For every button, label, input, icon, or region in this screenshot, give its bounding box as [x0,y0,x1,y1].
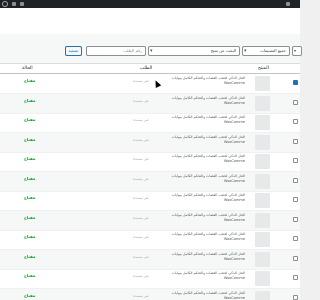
filter-button[interactable]: تصفية [65,46,82,56]
product-site-text: WooComme [223,198,245,202]
categories-select[interactable]: ▾ جميع التصنيفات [242,46,290,56]
row-checkbox[interactable] [293,99,298,105]
product-title-text: الحل الذكي لحجب القصات والتحكم الكامل بي… [171,212,245,217]
product-title-text: الحل الذكي لحجب القصات والتحكم الكامل بي… [171,173,245,178]
column-header-product[interactable]: المنتج [258,66,269,71]
table-row[interactable]: مفتاح غير مسندة الحل الذكي لحجب القصات وال… [0,269,300,289]
product-site-text: WooComme [223,120,245,124]
row-checkbox[interactable] [293,294,298,300]
product-title-text: الحل الذكي لحجب القصات والتحكم الكامل بي… [171,251,245,256]
product-thumbnail [255,76,270,91]
product-title[interactable]: الحل الذكي لحجب القصات والتحكم الكامل بي… [145,213,245,223]
status-badge: مفتاح [24,156,36,161]
product-title[interactable]: الحل الذكي لحجب القصات والتحكم الكامل بي… [145,154,245,164]
status-badge: مفتاح [24,175,36,181]
product-title[interactable]: الحل الذكي لحجب القصات والتحكم الكامل بي… [145,232,245,242]
table-row[interactable]: مفتاح غير مسندة الحل الذكي لحجب القصات وال… [0,171,300,192]
account-icon[interactable] [286,2,290,6]
product-title-text: الحل الذكي لحجب القصات والتحكم الكامل بي… [171,193,245,197]
product-title[interactable]: الحل الذكي لحجب القصات والتحكم الكامل بي… [145,96,245,106]
row-checkbox[interactable] [293,177,298,183]
table-row[interactable]: مفتاح غير مسندة الحل الذكي لحجب القصات وال… [0,113,300,133]
product-title[interactable]: الحل الذكي لحجب القصات والتحكم الكامل بي… [145,174,245,184]
table-row[interactable]: مفتاح غير مسندة الحل الذكي لحجب القصات وال… [0,93,300,114]
product-title-text: الحل الذكي لحجب القصات والتحكم الكامل بي… [171,271,245,275]
product-site-text: WooComme [223,178,245,183]
product-title[interactable]: الحل الذكي لحجب القصات والتحكم الكامل بي… [145,291,245,300]
status-badge: مفتاح [24,117,36,122]
product-title-text: الحل الذكي لحجب القصات والتحكم الكامل بي… [171,134,245,139]
chevron-down-icon: ▾ [244,48,247,54]
table-row[interactable]: مفتاح غير مسندة الحل الذكي لحجب القصات وال… [0,152,300,172]
product-site-text: WooComme [223,217,245,222]
categories-select-label: جميع التصنيفات [260,48,286,53]
product-thumbnail [255,115,270,130]
product-thumbnail [255,212,270,228]
row-checkbox[interactable] [293,216,298,222]
column-header-status[interactable]: الحالة [22,66,33,71]
table-row[interactable]: مفتاح غير مسندة الحل الذكي لحجب القصات وال… [0,249,300,270]
row-checkbox[interactable] [293,138,298,144]
product-site-text: WooComme [223,256,245,261]
status-badge: مفتاح [24,136,36,142]
product-thumbnail [255,134,270,150]
status-badge: مفتاح [24,78,36,83]
product-title-text: الحل الذكي لحجب القصات والتحكم الكامل بي… [171,154,245,158]
table-row[interactable]: مفتاح غير مسندة الحل الذكي لحجب القصات وال… [0,191,300,211]
table-row[interactable]: مفتاح غير مسندة الحل الذكي لحجب القصات وال… [0,210,300,231]
product-title-text: الحل الذكي لحجب القصات والتحكم الكامل بي… [171,76,245,80]
product-search-placeholder: البحث عن منتج [210,48,236,53]
status-badge: مفتاح [24,195,36,200]
product-site-text: WooComme [223,295,245,300]
product-thumbnail [255,251,270,267]
product-title[interactable]: الحل الذكي لحجب القصات والتحكم الكامل بي… [145,115,245,125]
product-site-text: WooComme [223,237,245,241]
product-site-text: WooComme [223,139,245,144]
row-checkbox[interactable] [293,236,298,241]
product-site-text: WooComme [223,276,245,280]
chevron-down-icon: ▾ [150,48,153,54]
row-checkbox[interactable] [293,275,298,280]
product-site-text: WooComme [223,100,245,105]
status-badge: مفتاح [24,273,36,278]
status-badge: مفتاح [24,214,36,220]
product-site-text: WooComme [223,159,245,163]
product-thumbnail [255,271,270,286]
updates-icon[interactable] [20,2,24,6]
status-badge: مفتاح [24,292,36,298]
product-title[interactable]: الحل الذكي لحجب القصات والتحكم الكامل بي… [145,193,245,203]
product-search-select[interactable]: ▾ البحث عن منتج [148,46,240,56]
row-checkbox[interactable] [293,119,298,124]
product-title-text: الحل الذكي لحجب القصات والتحكم الكامل بي… [171,290,245,295]
status-badge: مفتاح [24,234,36,239]
table-row[interactable]: مفتاح غير مسندة الحل الذكي لحجب القصات وال… [0,132,300,153]
product-title-text: الحل الذكي لحجب القصات والتحكم الكامل بي… [171,115,245,119]
product-title[interactable]: الحل الذكي لحجب القصات والتحكم الكامل بي… [145,135,245,145]
product-title[interactable]: الحل الذكي لحجب القصات والتحكم الكامل بي… [145,252,245,262]
status-badge: مفتاح [24,97,36,103]
product-title[interactable]: الحل الذكي لحجب القصات والتحكم الكامل بي… [145,271,245,281]
column-header-order[interactable]: الطلب [140,66,152,71]
product-thumbnail [255,193,270,208]
row-checkbox[interactable] [293,158,298,163]
table-row[interactable]: مفتاح غير مسندة الحل الذكي لحجب القصات وال… [0,74,300,94]
wordpress-icon[interactable] [2,1,8,7]
order-number-input[interactable]: رقم الطلب [86,46,146,56]
row-checkbox[interactable] [293,255,298,261]
status-badge: مفتاح [24,253,36,259]
home-icon[interactable] [12,2,16,6]
product-thumbnail [255,154,270,169]
product-title-text: الحل الذكي لحجب القصات والتحكم الكامل بي… [171,95,245,100]
product-thumbnail [255,290,270,300]
table-row[interactable]: مفتاح غير مسندة الحل الذكي لحجب القصات وال… [0,288,300,300]
bulk-select[interactable]: ▾ [292,46,302,56]
row-checkbox[interactable] [293,80,298,85]
product-thumbnail [255,173,270,189]
admin-bar [0,0,300,8]
product-thumbnail [255,95,270,111]
product-title-text: الحل الذكي لحجب القصات والتحكم الكامل بي… [171,232,245,236]
product-thumbnail [255,232,270,247]
row-checkbox[interactable] [293,197,298,202]
table-row[interactable]: مفتاح غير مسندة الحل الذكي لحجب القصات وال… [0,230,300,250]
